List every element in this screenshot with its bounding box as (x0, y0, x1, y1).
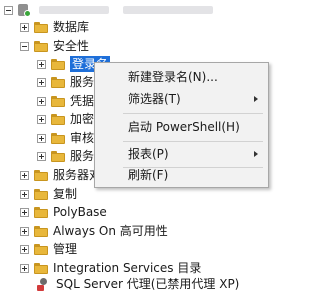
tree-item-server-objects[interactable]: 服务器对 (20, 166, 101, 184)
expand-toggle[interactable] (37, 133, 46, 143)
menu-item-label: 筛选器(T) (128, 92, 181, 106)
expand-toggle[interactable] (20, 22, 29, 32)
expand-toggle[interactable] (20, 263, 29, 273)
collapse-toggle[interactable] (20, 41, 29, 51)
folder-icon (51, 76, 65, 88)
folder-icon (51, 132, 65, 144)
tree-item-label: SQL Server 代理(已禁用代理 XP) (56, 277, 240, 291)
tree-item-security[interactable]: 安全性 (20, 37, 89, 55)
tree-item-management[interactable]: 管理 (20, 240, 77, 258)
folder-icon (34, 40, 48, 52)
collapse-toggle[interactable] (4, 5, 13, 15)
tree-item-label: 审核 (70, 131, 95, 145)
sql-agent-icon (37, 277, 51, 291)
context-menu: 新建登录名(N)... 筛选器(T) 启动 PowerShell(H) 报表(P… (94, 62, 269, 188)
tree-root-server[interactable] (4, 1, 213, 19)
menu-item-label: 报表(P) (128, 147, 169, 161)
tree-item-sql-agent[interactable]: SQL Server 代理(已禁用代理 XP) (33, 275, 239, 293)
tree-item-label: Integration Services 目录 (53, 261, 202, 275)
expand-toggle[interactable] (20, 244, 29, 254)
folder-icon (34, 169, 48, 181)
folder-icon (34, 243, 48, 255)
folder-icon (51, 113, 65, 125)
tree-item-audits[interactable]: 审核 (37, 129, 94, 147)
expand-toggle[interactable] (37, 77, 46, 87)
redacted-server-name (39, 6, 109, 14)
tree-item-label: Always On 高可用性 (53, 224, 168, 238)
tree-item-label: PolyBase (53, 205, 107, 219)
expand-toggle[interactable] (20, 189, 29, 199)
folder-icon (51, 95, 65, 107)
menu-item-new-login[interactable]: 新建登录名(N)... (95, 66, 268, 88)
tree-item-replication[interactable]: 复制 (20, 185, 77, 203)
folder-icon (34, 206, 48, 218)
tree-item-label: 凭据 (70, 94, 95, 108)
expand-toggle[interactable] (37, 96, 46, 106)
tree-item-label: 复制 (53, 187, 78, 201)
redacted-server-detail (123, 6, 213, 14)
menu-item-label: 新建登录名(N)... (128, 70, 218, 84)
expand-toggle[interactable] (37, 114, 46, 124)
menu-separator (123, 141, 263, 142)
expand-toggle[interactable] (20, 170, 29, 180)
tree-item-label: 管理 (53, 242, 78, 256)
expand-toggle[interactable] (20, 207, 29, 217)
folder-icon (34, 225, 48, 237)
tree-item-label: 安全性 (53, 39, 90, 53)
folder-icon (51, 58, 65, 70)
tree-item-databases[interactable]: 数据库 (20, 18, 89, 36)
submenu-arrow-icon (254, 96, 258, 102)
menu-item-reports[interactable]: 报表(P) (95, 143, 268, 165)
tree-item-server-audit-specs[interactable]: 服务 (37, 147, 94, 165)
menu-item-label: 启动 PowerShell(H) (128, 120, 240, 134)
tree-item-always-on[interactable]: Always On 高可用性 (20, 222, 168, 240)
expand-toggle[interactable] (37, 59, 46, 69)
menu-item-filter[interactable]: 筛选器(T) (95, 88, 268, 110)
tree-item-label: 数据库 (53, 20, 90, 34)
folder-icon (34, 21, 48, 33)
menu-item-label: 刷新(F) (128, 168, 169, 182)
tree-item-polybase[interactable]: PolyBase (20, 203, 107, 221)
expand-toggle[interactable] (37, 151, 46, 161)
submenu-arrow-icon (254, 151, 258, 157)
server-icon (17, 3, 31, 17)
tree-item-cryptographic[interactable]: 加密 (37, 110, 94, 128)
tree-item-credentials[interactable]: 凭据 (37, 92, 94, 110)
tree-item-label: 服务 (70, 149, 95, 163)
menu-item-start-powershell[interactable]: 启动 PowerShell(H) (95, 116, 268, 138)
folder-icon (51, 150, 65, 162)
menu-separator (123, 113, 263, 114)
tree-item-label: 加密 (70, 112, 95, 126)
folder-icon (34, 262, 48, 274)
folder-icon (34, 188, 48, 200)
expand-toggle[interactable] (20, 226, 29, 236)
menu-item-refresh[interactable]: 刷新(F) (95, 164, 268, 186)
tree-item-label: 服务 (70, 75, 95, 89)
tree-item-server-roles[interactable]: 服务 (37, 73, 94, 91)
